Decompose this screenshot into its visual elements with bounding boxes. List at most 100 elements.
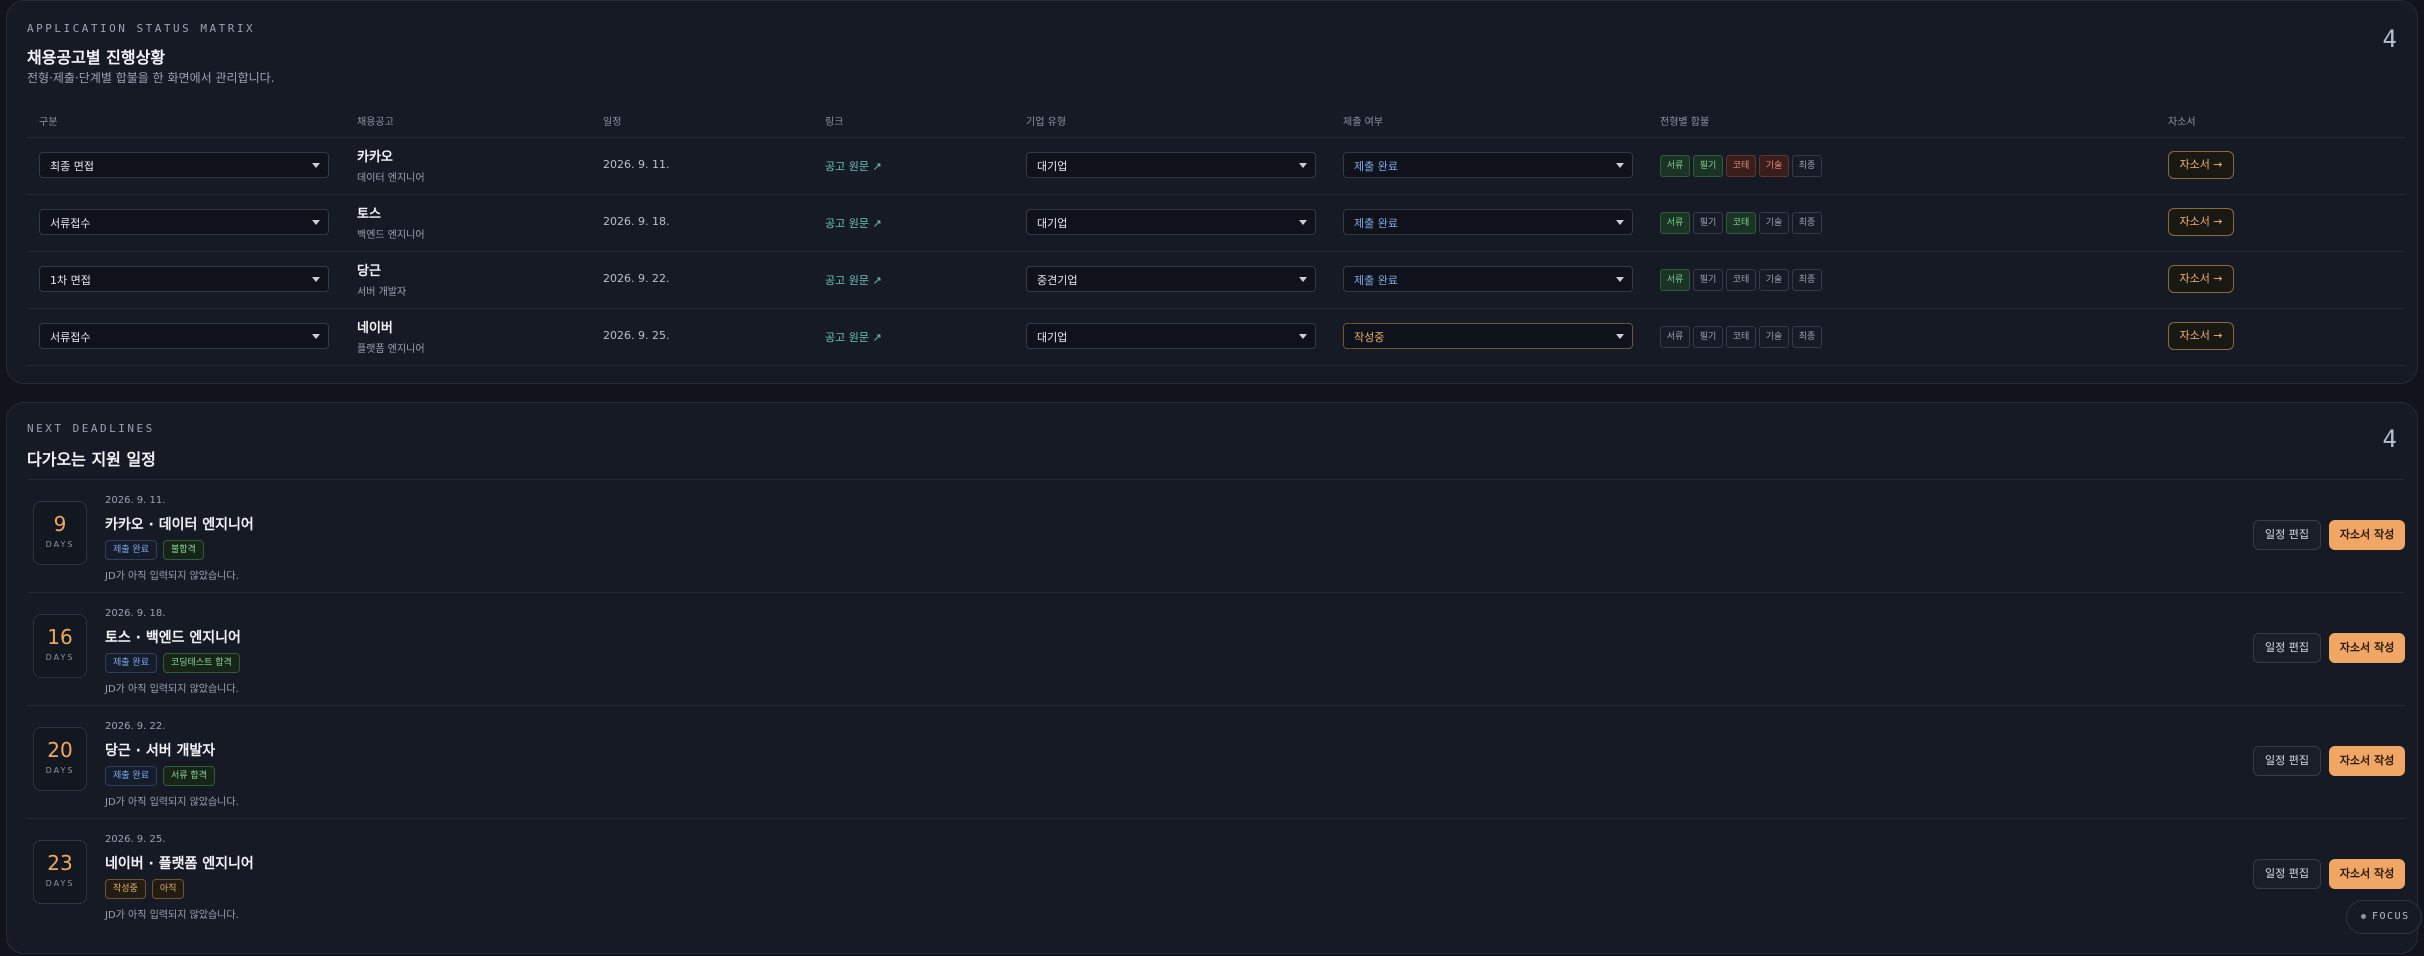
deadline-date: 2026. 9. 11. [603, 158, 670, 171]
submission-select[interactable]: 제출 완료 [1343, 209, 1633, 235]
jd-note: JD가 아직 입력되지 않았습니다. [105, 797, 239, 808]
essay-button[interactable]: 자소서 → [2168, 322, 2234, 350]
column-header-company-type: 기업 유형 [1026, 117, 1066, 128]
company-type-select[interactable]: 대기업 [1026, 152, 1316, 178]
company-type-value: 중견기업 [1037, 274, 1078, 287]
badge-group: 작성중 아직 [105, 879, 190, 899]
stage-result-toggle[interactable]: 필기 [1693, 269, 1723, 291]
category-select[interactable]: 서류접수 [39, 209, 329, 235]
stage-result-toggle[interactable]: 코테 [1726, 155, 1756, 177]
stage-result-toggle[interactable]: 기술 [1759, 326, 1789, 348]
deadline-date: 2026. 9. 22. [603, 272, 670, 285]
stage-result-toggle[interactable]: 기술 [1759, 155, 1789, 177]
table-row: 1차 면접 당근 서버 개발자 2026. 9. 22. 공고 원문 ↗ 중견기… [27, 251, 2405, 309]
stage-result-toggle[interactable]: 코테 [1726, 212, 1756, 234]
stage-result-toggle[interactable]: 최종 [1792, 326, 1822, 348]
essay-button[interactable]: 자소서 → [2168, 208, 2234, 236]
deadline-title: 네이버 · 플랫폼 엔지니어 [105, 856, 254, 872]
stage-result-toggle[interactable]: 최종 [1792, 269, 1822, 291]
company-name: 토스 [357, 207, 381, 222]
status-badge: 작성중 [105, 879, 146, 899]
posting-link[interactable]: 공고 원문 ↗ [825, 272, 882, 288]
stage-result-toggle[interactable]: 코테 [1726, 269, 1756, 291]
focus-toggle-button[interactable]: FOCUS [2346, 900, 2422, 934]
submission-value: 제출 완료 [1354, 160, 1398, 173]
deadline-title: 당근 · 서버 개발자 [105, 743, 216, 759]
application-status-panel: APPLICATION STATUS MATRIX 채용공고별 진행상황 전형·… [6, 0, 2418, 384]
days-unit-label: DAYS [45, 766, 75, 775]
stage-result-toggle[interactable]: 서류 [1660, 326, 1690, 348]
submission-value: 제출 완료 [1354, 217, 1398, 230]
posting-link[interactable]: 공고 원문 ↗ [825, 215, 882, 231]
company-type-value: 대기업 [1037, 331, 1068, 344]
column-header-link: 링크 [825, 117, 844, 128]
submission-select[interactable]: 제출 완료 [1343, 266, 1633, 292]
chevron-down-icon [1616, 334, 1624, 339]
company-type-select[interactable]: 대기업 [1026, 323, 1316, 349]
deadline-item: 16 DAYS 2026. 9. 18. 토스 · 백엔드 엔지니어 제출 완료… [27, 592, 2405, 706]
days-remaining-number: 9 [53, 512, 67, 536]
posting-link[interactable]: 공고 원문 ↗ [825, 329, 882, 345]
posting-cell: 당근 서버 개발자 [357, 260, 406, 298]
status-badge: 불합격 [162, 540, 204, 560]
days-unit-label: DAYS [45, 653, 75, 662]
status-badge: 제출 완료 [105, 766, 157, 786]
category-select[interactable]: 1차 면접 [39, 266, 329, 292]
status-kicker: APPLICATION STATUS MATRIX [27, 22, 256, 35]
write-essay-button[interactable]: 자소서 작성 [2329, 520, 2405, 550]
write-essay-button[interactable]: 자소서 작성 [2329, 746, 2405, 776]
essay-button[interactable]: 자소서 → [2168, 265, 2234, 293]
stage-result-toggle[interactable]: 기술 [1759, 269, 1789, 291]
submission-select[interactable]: 제출 완료 [1343, 152, 1633, 178]
table-row: 최종 면접 카카오 데이터 엔지니어 2026. 9. 11. 공고 원문 ↗ … [27, 137, 2405, 195]
company-type-select[interactable]: 대기업 [1026, 209, 1316, 235]
write-essay-button[interactable]: 자소서 작성 [2329, 859, 2405, 889]
stage-result-toggle[interactable]: 코테 [1726, 326, 1756, 348]
deadline-title: 카카오 · 데이터 엔지니어 [105, 517, 254, 533]
deadline-item: 20 DAYS 2026. 9. 22. 당근 · 서버 개발자 제출 완료 서류… [27, 705, 2405, 819]
company-type-select[interactable]: 중견기업 [1026, 266, 1316, 292]
category-select[interactable]: 최종 면접 [39, 152, 329, 178]
category-select[interactable]: 서류접수 [39, 323, 329, 349]
role-name: 백엔드 엔지니어 [357, 230, 425, 241]
deadline-date: 2026. 9. 18. [105, 608, 166, 619]
status-badge: 제출 완료 [105, 653, 157, 673]
role-name: 서버 개발자 [357, 287, 407, 298]
edit-schedule-button[interactable]: 일정 편집 [2253, 859, 2321, 889]
days-remaining-number: 16 [47, 625, 73, 649]
stage-result-toggle[interactable]: 최종 [1792, 212, 1822, 234]
status-dot-icon [2361, 913, 2366, 919]
status-badge: 제출 완료 [105, 540, 157, 560]
chevron-down-icon [1616, 220, 1624, 225]
status-badge: 서류 합격 [162, 766, 215, 786]
days-remaining-box: 16 DAYS [33, 614, 87, 678]
table-header: 구분 채용공고 일정 링크 기업 유형 제출 여부 전형별 합불 자소서 [27, 105, 2405, 138]
stage-result-toggle[interactable]: 필기 [1693, 212, 1723, 234]
days-remaining-number: 20 [47, 738, 73, 762]
submission-select[interactable]: 작성중 [1343, 323, 1633, 349]
posting-link[interactable]: 공고 원문 ↗ [825, 158, 882, 174]
stage-result-toggle[interactable]: 서류 [1660, 155, 1690, 177]
edit-schedule-button[interactable]: 일정 편집 [2253, 633, 2321, 663]
stage-result-toggle[interactable]: 기술 [1759, 212, 1789, 234]
stage-result-toggle[interactable]: 서류 [1660, 212, 1690, 234]
deadline-date: 2026. 9. 25. [603, 329, 670, 342]
write-essay-button[interactable]: 자소서 작성 [2329, 633, 2405, 663]
company-type-value: 대기업 [1037, 217, 1068, 230]
stage-result-toggle[interactable]: 서류 [1660, 269, 1690, 291]
submission-value: 작성중 [1354, 331, 1385, 344]
stage-result-toggle[interactable]: 필기 [1693, 326, 1723, 348]
deadlines-title: 다가오는 지원 일정 [27, 450, 156, 469]
status-count: 4 [2382, 25, 2397, 53]
chevron-down-icon [312, 277, 320, 282]
category-select-value: 서류접수 [50, 331, 91, 344]
posting-cell: 카카오 데이터 엔지니어 [357, 146, 425, 184]
jd-note: JD가 아직 입력되지 않았습니다. [105, 910, 239, 921]
stage-result-toggle[interactable]: 최종 [1792, 155, 1822, 177]
chevron-down-icon [1299, 277, 1307, 282]
essay-button[interactable]: 자소서 → [2168, 151, 2234, 179]
stage-result-toggle[interactable]: 필기 [1693, 155, 1723, 177]
edit-schedule-button[interactable]: 일정 편집 [2253, 520, 2321, 550]
edit-schedule-button[interactable]: 일정 편집 [2253, 746, 2321, 776]
next-deadlines-panel: NEXT DEADLINES 다가오는 지원 일정 4 9 DAYS 2026.… [6, 402, 2418, 954]
